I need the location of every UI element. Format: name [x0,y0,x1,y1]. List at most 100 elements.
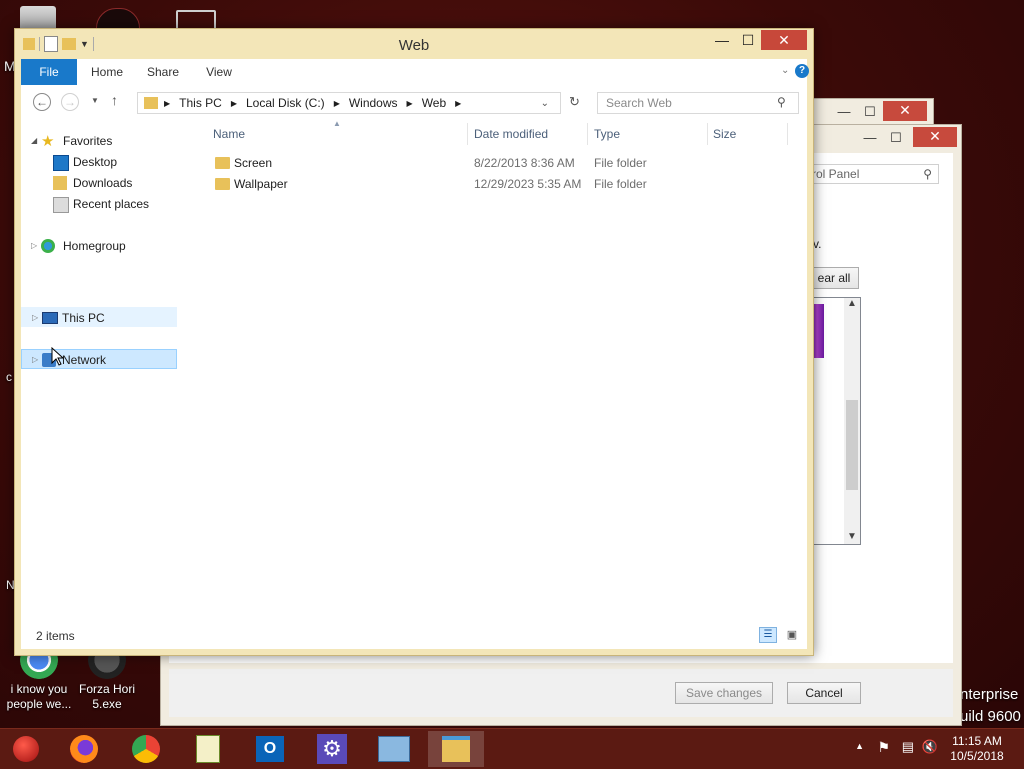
clear-all-button[interactable]: ear all [809,267,859,289]
column-header-type[interactable]: Type [594,123,694,145]
outlook-icon: O [256,736,284,762]
breadcrumb-separator-icon[interactable]: ▶ [407,99,413,108]
nav-favorites[interactable]: ◢ ★ Favorites [21,131,177,151]
folder-icon [144,97,158,109]
address-dropdown-icon[interactable]: ⌄ [541,98,549,109]
column-header-date-modified[interactable]: Date modified [474,123,584,145]
start-button[interactable] [0,731,52,767]
taskbar-firefox[interactable] [56,731,112,767]
refresh-icon[interactable]: ↻ [569,94,580,110]
maximize-icon[interactable]: ☐ [735,30,761,50]
taskbar-remote-desktop[interactable] [366,731,422,767]
details-view-icon[interactable]: ☰ [759,627,777,643]
clock[interactable]: 11:15 AM 10/5/2018 [946,734,1008,764]
network-icon[interactable]: ▤ [902,739,914,755]
ribbon-expand-icon[interactable]: ⌄ [781,65,789,76]
minimize-icon[interactable]: — [831,103,857,121]
table-row[interactable]: Screen 8/22/2013 8:36 AM File folder [213,153,803,174]
breadcrumb-separator-icon[interactable]: ▶ [164,99,170,108]
star-icon: ★ [41,133,55,150]
title-bar[interactable]: ▼ Web — ☐ ✕ [15,29,813,59]
scrollbar-track[interactable]: ▲ ▼ [844,298,860,544]
breadcrumb-local-disk[interactable]: Local Disk (C:) [246,96,325,110]
action-center-flag-icon[interactable]: ⚑ [877,739,890,756]
show-hidden-icons-icon[interactable]: ▲ [855,741,864,751]
maximize-icon[interactable]: ☐ [883,129,909,147]
firefox-icon [70,735,98,763]
help-icon[interactable]: ? [795,64,809,78]
expand-icon[interactable]: ▷ [32,350,38,370]
file-name: Screen [234,156,273,170]
expand-icon[interactable]: ▷ [31,236,37,256]
taskbar-settings[interactable]: ⚙ [304,731,360,767]
close-icon[interactable]: ✕ [761,30,807,50]
navigation-bar: ← → ▼ ↑ ▶ This PC ▶ Local Disk (C:) ▶ Wi… [21,85,807,119]
cancel-button[interactable]: Cancel [787,682,861,704]
nav-this-pc[interactable]: ▷ This PC [21,307,177,327]
nav-desktop[interactable]: Desktop [21,152,177,172]
search-input[interactable]: Search Web [597,92,799,114]
forward-icon[interactable]: → [61,93,79,111]
tab-share[interactable]: Share [143,59,183,85]
recent-places-icon [53,197,69,213]
breadcrumb-separator-icon[interactable]: ▶ [334,99,340,108]
scrollbar-thumb[interactable] [846,400,858,490]
column-divider[interactable] [467,123,468,145]
table-row[interactable]: Wallpaper 12/29/2023 5:35 AM File folder [213,174,803,195]
nav-downloads[interactable]: Downloads [21,173,177,193]
tab-view[interactable]: View [201,59,237,85]
file-type: File folder [594,156,647,170]
breadcrumb-separator-icon[interactable]: ▶ [231,99,237,108]
taskbar-chrome[interactable] [118,731,174,767]
nav-network[interactable]: ▷ Network [21,349,177,369]
search-icon[interactable]: ⚲ [777,95,786,109]
column-divider[interactable] [787,123,788,145]
window-title: Web [398,37,430,54]
maximize-icon[interactable]: ☐ [857,103,883,121]
scroll-down-icon[interactable]: ▼ [847,531,857,542]
minimize-icon[interactable]: — [857,129,883,147]
nav-label: Favorites [63,134,113,148]
column-divider[interactable] [587,123,588,145]
back-icon[interactable]: ← [33,93,51,111]
tab-home[interactable]: Home [87,59,127,85]
control-panel-search[interactable]: rol Panel ⚲ [811,164,939,184]
volume-muted-icon[interactable]: 🔇 [922,739,938,755]
close-icon[interactable]: ✕ [883,101,927,121]
control-panel-footer: Save changes Cancel [169,669,953,717]
downloads-icon [53,176,67,190]
minimize-icon[interactable]: — [709,30,735,50]
file-explorer-window[interactable]: ▼ Web — ☐ ✕ File Home Share View ⌄ ? ← →… [14,28,814,656]
nav-recent-places[interactable]: Recent places [21,194,177,214]
collapse-icon[interactable]: ◢ [31,131,37,151]
address-bar[interactable]: ▶ This PC ▶ Local Disk (C:) ▶ Windows ▶ … [137,92,561,114]
gear-icon: ⚙ [317,734,347,764]
taskbar-notepad-plus[interactable] [180,731,236,767]
save-changes-button[interactable]: Save changes [675,682,773,704]
watermark-line: nterprise [960,686,1019,703]
expand-icon[interactable]: ▷ [32,308,38,328]
column-header-name[interactable]: Name [213,123,453,145]
tab-file[interactable]: File [21,59,77,85]
notepad-plus-icon [196,735,220,763]
breadcrumb-windows[interactable]: Windows [349,96,398,110]
preview-list[interactable]: ▲ ▼ [809,297,861,545]
breadcrumb-web[interactable]: Web [422,96,446,110]
breadcrumb-separator-icon[interactable]: ▶ [455,99,461,108]
taskbar-file-explorer[interactable] [428,731,484,767]
close-icon[interactable]: ✕ [913,127,957,147]
large-icons-view-icon[interactable]: ▣ [783,627,801,643]
column-header-size[interactable]: Size [713,123,783,145]
item-count: 2 items [36,629,75,643]
file-date: 12/29/2023 5:35 AM [474,177,582,191]
column-divider[interactable] [707,123,708,145]
nav-homegroup[interactable]: ▷ Homegroup [21,236,177,256]
up-icon[interactable]: ↑ [111,92,118,108]
recent-locations-icon[interactable]: ▼ [91,96,99,105]
mouse-cursor-icon [51,347,65,366]
breadcrumb-this-pc[interactable]: This PC [179,96,222,110]
clock-time: 11:15 AM [952,734,1002,748]
scroll-up-icon[interactable]: ▲ [847,298,857,309]
taskbar-outlook[interactable]: O [242,731,298,767]
file-type: File folder [594,177,647,191]
